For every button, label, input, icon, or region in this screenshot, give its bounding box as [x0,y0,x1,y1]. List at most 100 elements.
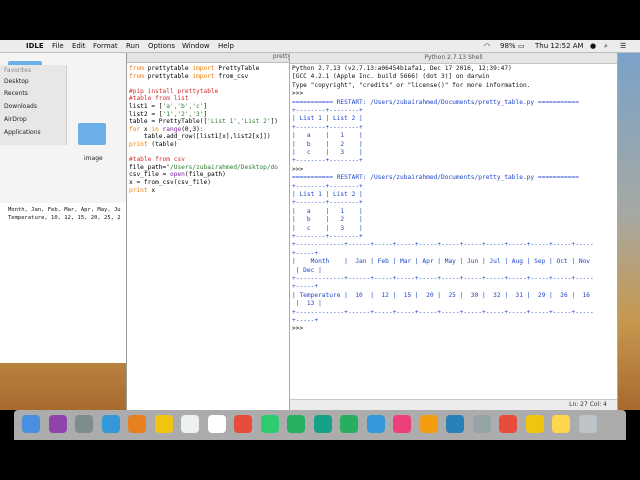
code-token: "/Users/zubairahmed/Desktop/do [166,163,279,171]
code-token: ]) [270,118,279,126]
numbers-icon[interactable] [340,415,358,433]
csv-line: Month, Jan, Feb, Mar, Apr, May, Ju [8,207,121,213]
facetime-icon[interactable] [287,415,305,433]
code-token: (file_path) [184,171,226,179]
sidebar-item-airdrop[interactable]: AirDrop [4,116,27,123]
sidebar-item-applications[interactable]: Applications [4,129,41,136]
messages-icon[interactable] [260,415,279,433]
notes-icon[interactable] [154,415,173,433]
menu-file[interactable]: File [52,41,64,51]
code-line[interactable]: x = from_csv(csv_file) [129,179,211,186]
shell-line: +-------------+------+-----+-----+-----+… [292,241,594,249]
shell-line: | Month | Jan | Feb | Mar | Apr | May | … [292,258,591,266]
menu-format[interactable]: Format [93,41,118,51]
app-store-icon[interactable] [446,415,464,433]
code-token: open [169,171,185,179]
code-token: (0,3): [181,125,204,133]
shell-line: >>> [292,90,307,98]
maps-icon[interactable] [313,415,332,433]
code-line[interactable]: print x [129,187,155,194]
photos-icon[interactable] [234,415,252,433]
code-token: print [129,141,152,148]
menu-run[interactable]: Run [126,41,139,51]
idle-icon[interactable] [552,415,570,433]
code-line[interactable]: table.add_row([list1[x],list2[x]]) [129,133,271,140]
calendar-icon[interactable] [181,415,199,433]
code-token: from [129,72,148,80]
spotlight-icon[interactable]: ⌕ [604,41,608,51]
code-line[interactable]: #table from csv [129,156,185,163]
shell-line: | b | 2 | [292,140,363,148]
shell-line: +--------+--------+ [292,123,363,131]
image-folder-icon[interactable] [78,123,106,145]
csv-text-window: Month, Jan, Feb, Mar, Apr, May, Ju Tempe… [0,203,129,363]
code-line[interactable]: #pip install prettytable [129,88,218,95]
code-token: ] [203,110,208,118]
code-line[interactable]: for x in range(0,3): [129,126,204,133]
shell-line: +-----+ [292,283,319,291]
clock[interactable]: Thu 12:52 AM [535,41,584,51]
shell-line: | Temperature | 10 | 12 | 15 | 20 | 25 |… [292,291,591,299]
notification-center-icon[interactable]: ☰ [620,41,626,51]
finder-icon[interactable] [22,415,40,433]
code-line[interactable]: table = PrettyTable(['List 1','List 2']) [129,118,278,125]
favorites-heading: Favorites [4,67,32,74]
python-icon[interactable] [525,415,544,433]
battery-icon[interactable]: ▭ [518,41,525,51]
code-token: (table) [151,141,178,148]
code-line[interactable]: list1 = ['a','b','c'] [129,103,207,110]
code-token: range [162,125,182,133]
photos-app-icon[interactable] [128,415,146,433]
editor-window: pretty from prettytable import PrettyTab… [126,53,291,410]
menu-help[interactable]: Help [218,41,234,51]
menu-options[interactable]: Options [148,41,175,51]
shell-line: | Dec | [292,266,322,274]
code-token: '1','2','3' [162,110,204,118]
code-token: file_path= [129,163,167,171]
code-line[interactable]: #table from list [129,95,189,102]
code-token: from_csv [218,72,249,80]
shell-line: | List 1 | List 2 | [292,191,363,198]
shell-line: +--------+--------+ [292,199,363,207]
code-line[interactable]: list2 = ['1','2','3'] [129,111,207,118]
status-bar: Ln: 27 Col: 4 [290,399,617,410]
shell-line: | a | 1 | [292,132,363,140]
sidebar-item-recents[interactable]: Recents [4,90,28,97]
menu-edit[interactable]: Edit [72,41,86,51]
image-folder-label[interactable]: image [84,155,103,162]
code-line[interactable]: csv_file = open(file_path) [129,171,226,178]
shell-title: Python 2.7.13 Shell [290,53,617,64]
app-menu-idle[interactable]: IDLE [26,41,44,51]
code-token: 'a','b','c' [162,103,204,110]
chrome-icon[interactable] [499,415,517,433]
trash-icon[interactable] [578,415,597,433]
code-line[interactable]: print (table) [129,141,177,148]
user-icon[interactable]: ● [590,41,596,51]
wifi-icon[interactable]: ◠ [484,41,490,51]
system-preferences-icon[interactable] [472,415,491,433]
code-line[interactable]: file_path="/Users/zubairahmed/Desktop/do [129,164,278,171]
code-line[interactable]: from prettytable import PrettyTable [129,65,259,72]
code-token: x = from_csv(csv_file) [129,179,211,186]
siri-icon[interactable] [48,415,67,433]
code-token: ] [203,103,208,110]
csv-line: Temperature, 10, 12, 15, 20, 25, 2 [8,215,121,221]
code-line[interactable]: from prettytable import from_csv [129,73,248,80]
sidebar-item-desktop[interactable]: Desktop [4,78,29,85]
safari-icon[interactable] [101,415,120,433]
reminders-icon[interactable] [207,415,226,433]
shell-line: | 13 | [292,300,322,308]
code-token: from [129,65,148,72]
code-token: #pip install prettytable [129,87,219,95]
battery-percent[interactable]: 98% [500,41,516,51]
sidebar-item-downloads[interactable]: Downloads [4,103,37,110]
menu-window[interactable]: Window [182,41,210,51]
code-token: in [151,125,163,133]
shell-line: >>> [292,325,307,333]
itunes-icon[interactable] [393,415,411,433]
code-token: print [129,186,152,194]
keynote-icon[interactable] [366,415,385,433]
shell-line: Type "copyright", "credits" or "license(… [292,81,531,89]
ibooks-icon[interactable] [419,415,438,433]
launchpad-icon[interactable] [75,415,93,433]
